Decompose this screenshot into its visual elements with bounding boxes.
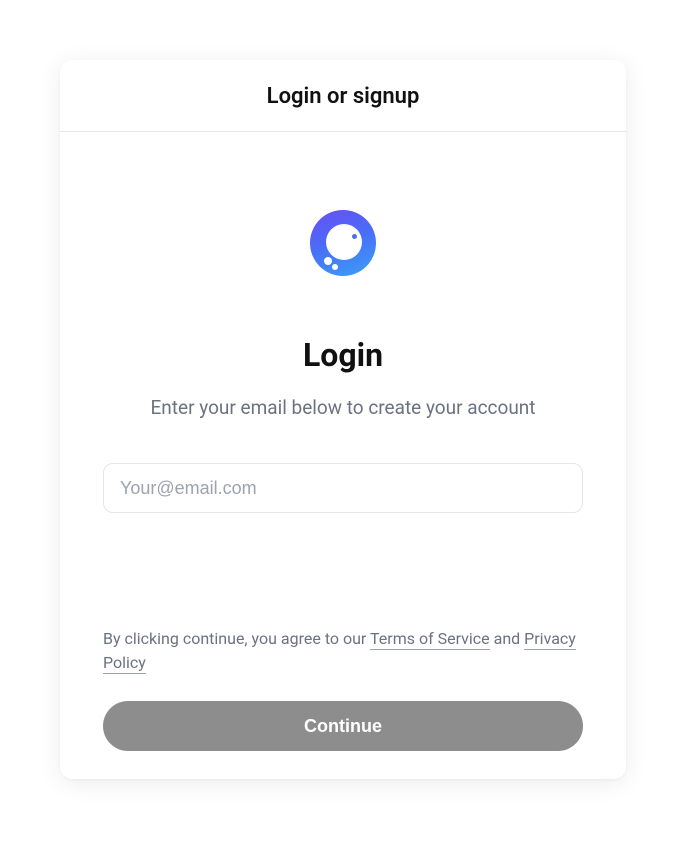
card-header: Login or signup xyxy=(60,60,626,132)
consent-text: By clicking continue, you agree to our T… xyxy=(103,627,583,675)
consent-and: and xyxy=(490,629,525,648)
login-title: Login xyxy=(303,336,383,374)
app-logo-icon xyxy=(310,210,376,276)
login-card: Login or signup Login Enter your email b… xyxy=(60,60,626,779)
card-body: Login Enter your email below to create y… xyxy=(60,132,626,779)
card-header-title: Login or signup xyxy=(80,84,606,109)
continue-button[interactable]: Continue xyxy=(103,701,583,751)
terms-of-service-link[interactable]: Terms of Service xyxy=(370,629,490,650)
email-input[interactable] xyxy=(103,463,583,513)
login-subtitle: Enter your email below to create your ac… xyxy=(150,396,535,419)
consent-prefix: By clicking continue, you agree to our xyxy=(103,629,370,648)
